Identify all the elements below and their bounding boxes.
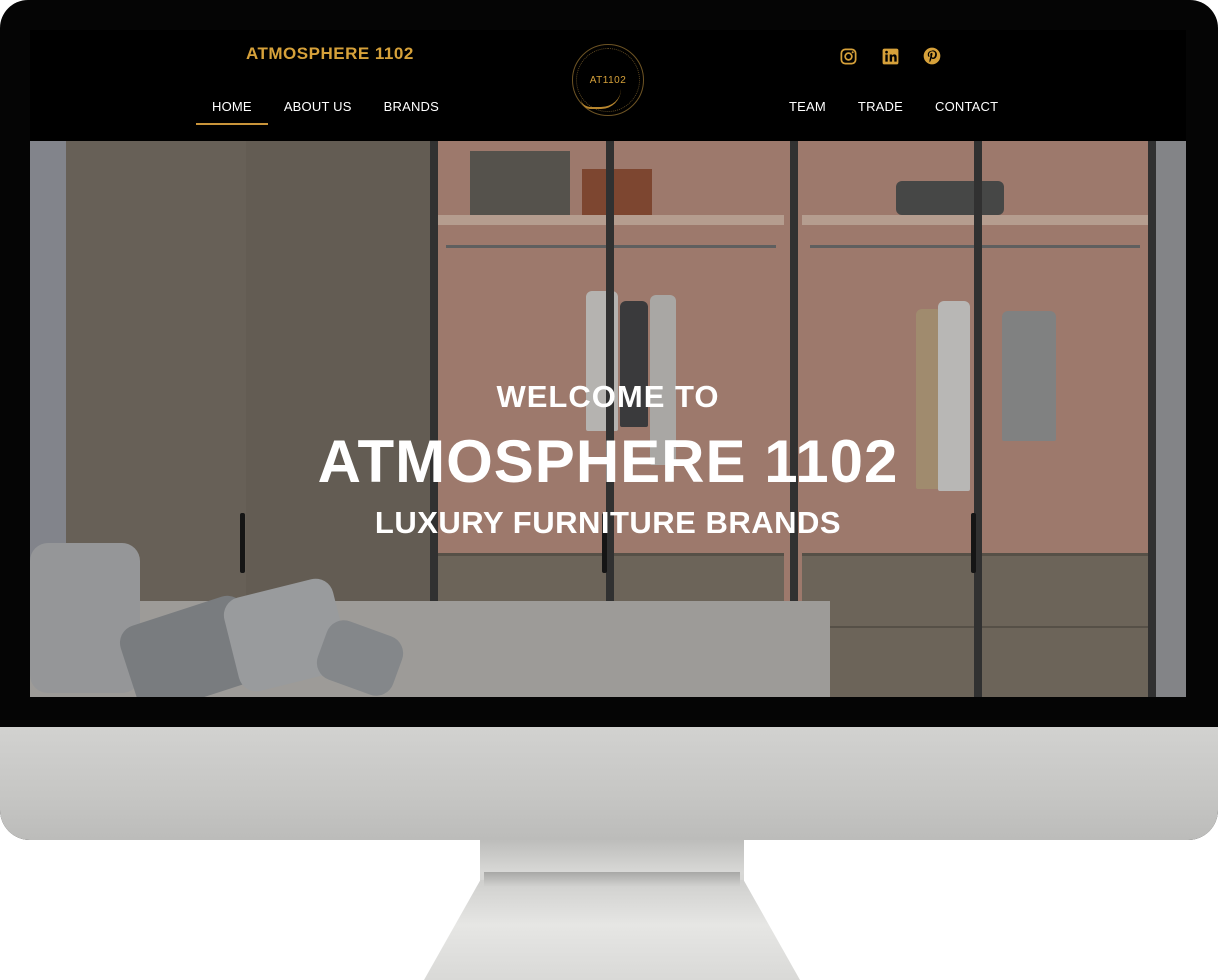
brand-title[interactable]: ATMOSPHERE 1102 <box>246 44 414 64</box>
instagram-icon[interactable] <box>838 46 858 66</box>
browser-viewport: ATMOSPHERE 1102 HOME ABOUT US BRANDS AT1… <box>30 30 1186 697</box>
nav-contact[interactable]: CONTACT <box>919 99 1014 125</box>
hero-subtitle: LUXURY FURNITURE BRANDS <box>374 505 842 540</box>
hero-welcome: WELCOME TO <box>496 379 720 414</box>
linkedin-icon[interactable] <box>880 46 900 66</box>
site-logo[interactable]: AT1102 <box>572 44 644 116</box>
pinterest-icon[interactable] <box>922 46 942 66</box>
hero-title: ATMOSPHERE 1102 <box>317 428 899 495</box>
site-header: ATMOSPHERE 1102 HOME ABOUT US BRANDS AT1… <box>30 30 1186 142</box>
monitor-stand-base <box>424 880 800 980</box>
nav-trade[interactable]: TRADE <box>842 99 919 125</box>
stand-shadow <box>484 872 740 886</box>
monitor-chin <box>0 727 1218 840</box>
nav-home[interactable]: HOME <box>196 99 268 125</box>
hero-overlay <box>30 141 1186 697</box>
social-links <box>838 46 942 66</box>
hero-banner: WELCOME TO ATMOSPHERE 1102 LUXURY FURNIT… <box>30 141 1186 697</box>
monitor-frame: ATMOSPHERE 1102 HOME ABOUT US BRANDS AT1… <box>0 0 1218 840</box>
nav-about-us[interactable]: ABOUT US <box>268 99 368 125</box>
nav-right: TEAM TRADE CONTACT <box>773 99 1014 125</box>
logo-text: AT1102 <box>589 74 627 86</box>
nav-team[interactable]: TEAM <box>773 99 842 125</box>
nav-left: HOME ABOUT US BRANDS <box>196 99 455 125</box>
nav-brands[interactable]: BRANDS <box>368 99 455 125</box>
